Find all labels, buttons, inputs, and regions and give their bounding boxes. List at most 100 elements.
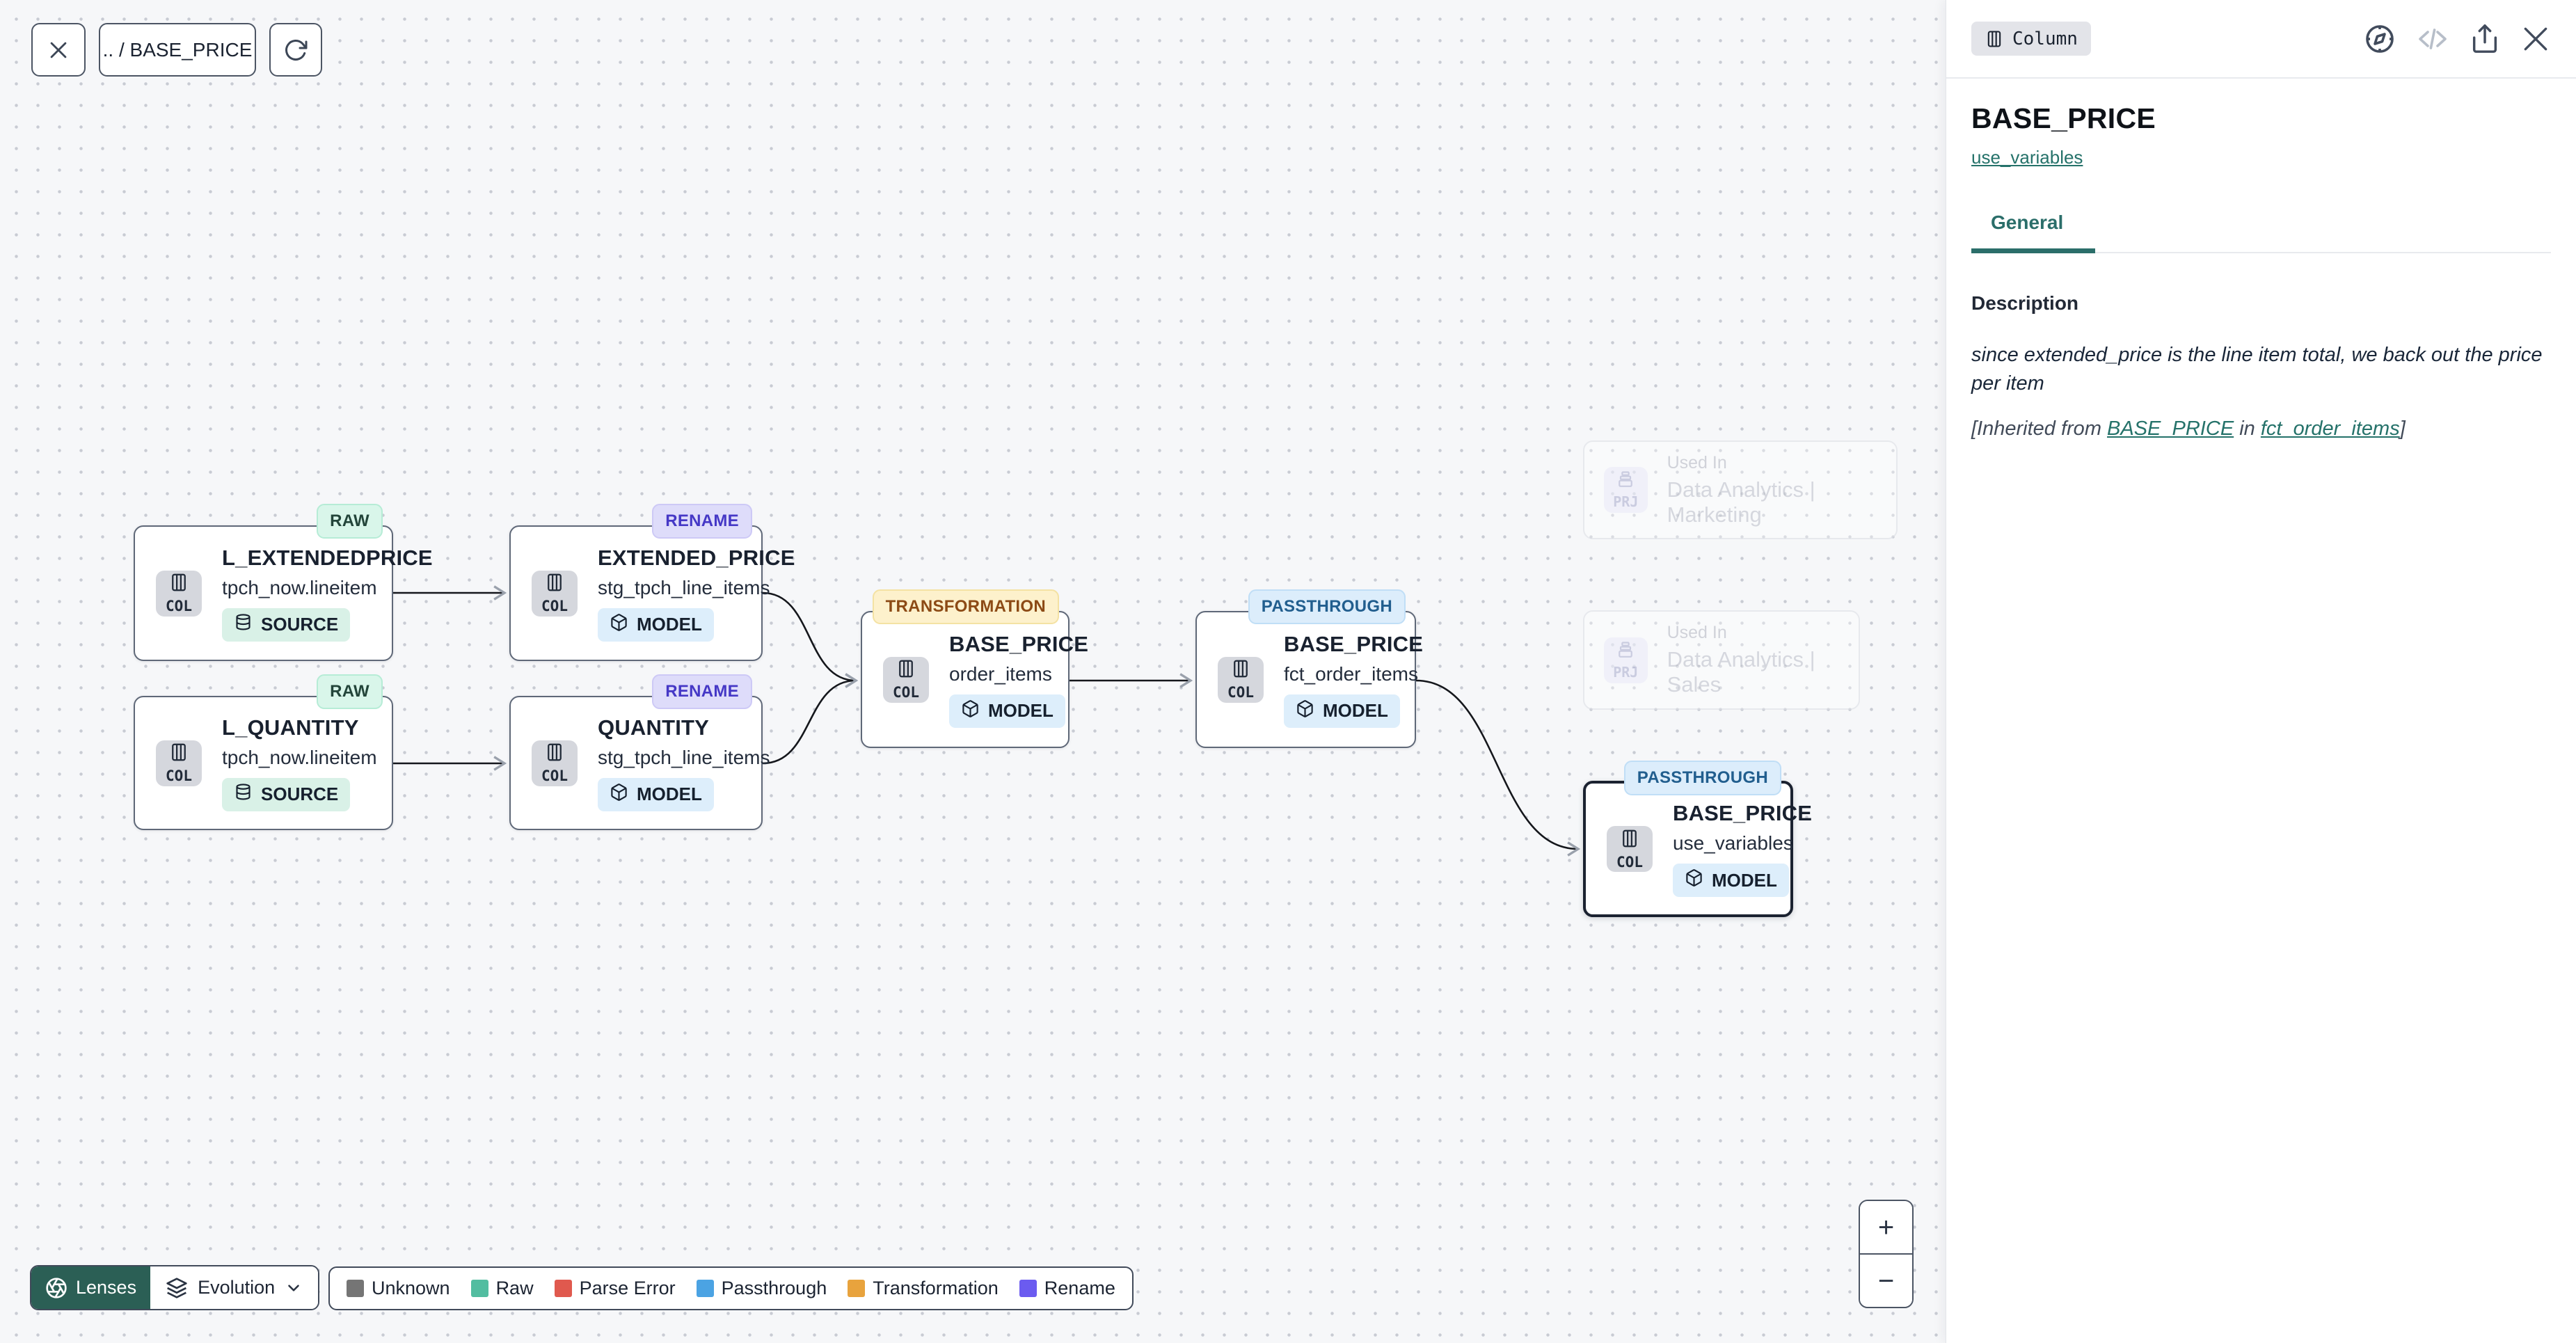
node-text: BASE_PRICEfct_order_itemsMODEL	[1284, 632, 1423, 728]
cube-icon	[961, 699, 980, 723]
legend-item: Unknown	[347, 1278, 450, 1299]
legend-label: Unknown	[372, 1278, 450, 1299]
used-in-content: PRJ Used InData Analytics | Sales	[1604, 612, 1859, 708]
columns-icon	[544, 572, 565, 596]
chip-label: MODEL	[988, 700, 1054, 722]
refresh-button[interactable]	[269, 23, 322, 77]
legend-label: Transformation	[873, 1278, 999, 1299]
node-subtitle: stg_tpch_line_items	[598, 577, 770, 599]
model-chip: MODEL	[1284, 694, 1400, 728]
inherited-mid: in	[2234, 418, 2261, 440]
aperture-icon	[45, 1277, 67, 1299]
evolution-dropdown-value: Evolution	[198, 1277, 275, 1298]
node-content: COLQUANTITYstg_tpch_line_itemsMODEL	[532, 697, 750, 829]
compass-button[interactable]	[2363, 22, 2396, 56]
description-heading: Description	[1971, 292, 2551, 315]
node-content: COLL_EXTENDEDPRICEtpch_now.lineitemSOURC…	[156, 527, 381, 660]
column-kind-chip: COL	[156, 740, 202, 786]
lineage-node-base_price_use_variables[interactable]: PASSTHROUGHCOLBASE_PRICEuse_variablesMOD…	[1583, 781, 1793, 917]
archive-icon	[1616, 470, 1635, 493]
node-subtitle: use_variables	[1673, 832, 1793, 855]
panel-actions	[2363, 22, 2551, 56]
evolution-dropdown[interactable]: Evolution	[150, 1266, 318, 1309]
project-kind-chip: PRJ	[1604, 637, 1648, 683]
legend-label: Raw	[496, 1278, 534, 1299]
entity-type-label: Column	[2012, 29, 2078, 49]
close-panel-button[interactable]	[2520, 24, 2551, 54]
columns-icon	[1985, 29, 2004, 49]
share-button[interactable]	[2469, 23, 2501, 55]
zoom-out-button[interactable]: −	[1860, 1255, 1912, 1307]
legend-item: Transformation	[848, 1278, 999, 1299]
lineage-canvas[interactable]: RAWCOLL_EXTENDEDPRICEtpch_now.lineitemSO…	[0, 0, 1946, 1343]
cube-icon	[1685, 868, 1703, 892]
details-panel-header: Column	[1946, 0, 2576, 79]
source-chip: SOURCE	[222, 608, 350, 642]
inherited-model-link[interactable]: fct_order_items	[2261, 418, 2400, 440]
node-title: QUANTITY	[598, 715, 709, 740]
lineage-node-extended_price[interactable]: RENAMECOLEXTENDED_PRICEstg_tpch_line_ite…	[509, 525, 763, 661]
used-in-text: Used InData Analytics | Sales	[1667, 623, 1859, 697]
model-chip: MODEL	[598, 778, 714, 811]
description-text: since extended_price is the line item to…	[1971, 341, 2551, 398]
model-link[interactable]: use_variables	[1971, 147, 2083, 168]
source-chip: SOURCE	[222, 778, 350, 811]
refresh-icon	[283, 38, 308, 63]
chip-label: MODEL	[637, 784, 702, 805]
used-in-name: Data Analytics | Marketing	[1667, 477, 1896, 527]
legend-label: Passthrough	[722, 1278, 827, 1299]
node-text: L_EXTENDEDPRICE tpch_now.lineitem SOURCE	[222, 546, 433, 642]
node-content: COLL_QUANTITYtpch_now.lineitemSOURCE	[156, 697, 381, 829]
node-title: BASE_PRICE	[1673, 801, 1812, 826]
lineage-node-l_quantity[interactable]: RAWCOLL_QUANTITYtpch_now.lineitemSOURCE	[134, 696, 393, 830]
zoom-in-button[interactable]: +	[1860, 1201, 1912, 1255]
used-in-label: Used In	[1667, 453, 1896, 473]
compass-icon	[2363, 22, 2396, 56]
chip-label: MODEL	[637, 614, 702, 635]
tab-general[interactable]: General	[1971, 212, 2095, 253]
node-content: COLBASE_PRICEorder_itemsMODEL	[883, 612, 1057, 747]
used-in-label: Used In	[1667, 623, 1859, 643]
cube-icon	[610, 783, 628, 806]
close-icon	[47, 38, 70, 62]
breadcrumb[interactable]: .. / BASE_PRICE	[99, 23, 256, 77]
node-text: QUANTITY stg_tpch_line_items MODEL	[598, 715, 770, 811]
lineage-node-base_price_order_items[interactable]: TRANSFORMATIONCOLBASE_PRICEorder_itemsMO…	[861, 611, 1070, 748]
lenses-button[interactable]: Lenses	[31, 1266, 150, 1309]
model-chip: MODEL	[598, 608, 714, 642]
node-subtitle: tpch_now.lineitem	[222, 577, 377, 599]
node-content: COLBASE_PRICEfct_order_itemsMODEL	[1218, 612, 1404, 747]
archive-icon	[1616, 640, 1635, 663]
lineage-node-quantity[interactable]: RENAMECOLQUANTITYstg_tpch_line_itemsMODE…	[509, 696, 763, 830]
node-subtitle: stg_tpch_line_items	[598, 747, 770, 769]
inherited-column-link[interactable]: BASE_PRICE	[2107, 418, 2234, 440]
node-title: L_QUANTITY	[222, 715, 359, 740]
zoom-control: + −	[1859, 1200, 1914, 1308]
used-in-node[interactable]: PRJUsed InData Analytics | Marketing	[1583, 440, 1898, 539]
node-title: BASE_PRICE	[1284, 632, 1423, 657]
entity-type-badge: Column	[1971, 22, 2091, 56]
model-chip: MODEL	[949, 694, 1065, 728]
node-subtitle: order_items	[949, 663, 1052, 685]
chip-label: SOURCE	[261, 784, 338, 805]
close-lineage-button[interactable]	[31, 23, 86, 77]
kind-label: COL	[541, 768, 568, 784]
used-in-node[interactable]: PRJ Used InData Analytics | Sales	[1583, 610, 1860, 710]
used-in-text: Used In Data Analytics | Marketing	[1667, 453, 1896, 527]
node-title: L_EXTENDEDPRICE	[222, 546, 433, 571]
lineage-node-base_price_fct_order_items[interactable]: PASSTHROUGHCOLBASE_PRICEfct_order_itemsM…	[1195, 611, 1416, 748]
chip-label: SOURCE	[261, 614, 338, 635]
columns-icon	[544, 742, 565, 766]
code-button[interactable]	[2416, 22, 2449, 56]
column-kind-chip: COL	[156, 571, 202, 617]
model-chip: MODEL	[1673, 864, 1789, 897]
kind-label: COL	[166, 768, 192, 784]
column-kind-chip: COL	[1218, 657, 1264, 703]
lineage-node-l_extendedprice[interactable]: RAWCOLL_EXTENDEDPRICEtpch_now.lineitemSO…	[134, 525, 393, 661]
legend-item: Rename	[1019, 1278, 1115, 1299]
columns-icon	[168, 572, 189, 596]
inherited-prefix: [Inherited from	[1971, 418, 2107, 440]
kind-label: COL	[166, 598, 192, 614]
evolution-legend: UnknownRawParse ErrorPassthroughTransfor…	[328, 1266, 1134, 1310]
kind-label: COL	[1227, 684, 1254, 701]
